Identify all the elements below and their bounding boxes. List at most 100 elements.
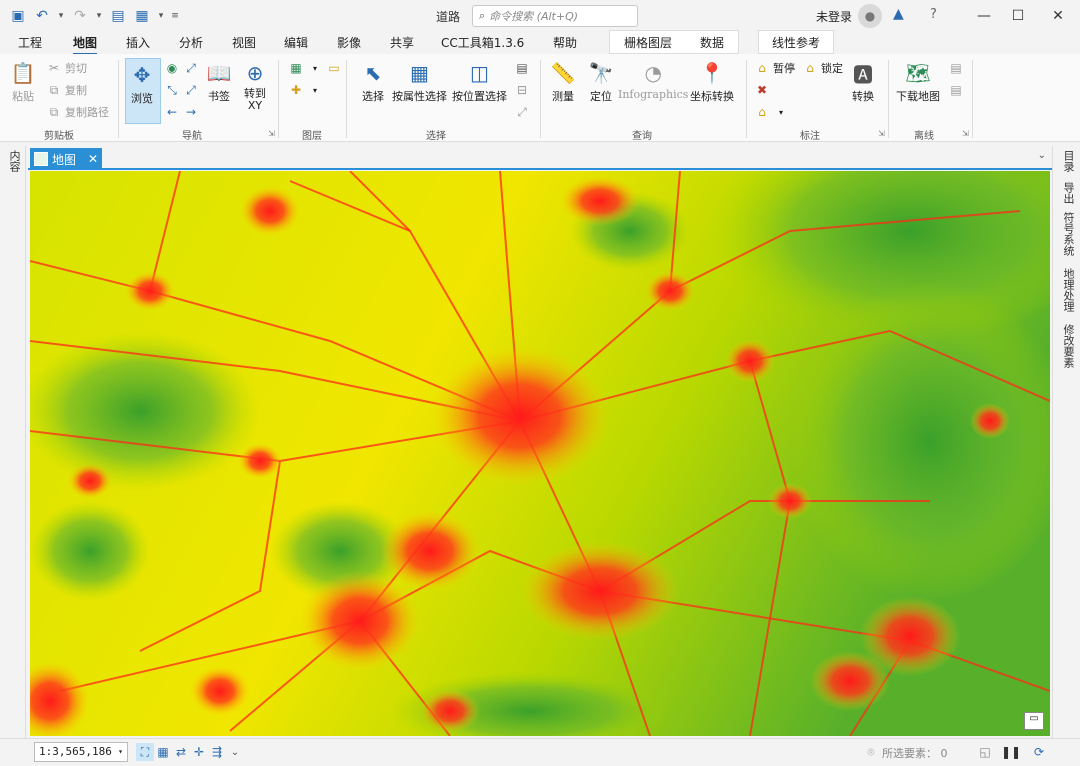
infographics-button[interactable]: ◔ Infographics [618,58,688,101]
tab-linear-reference[interactable]: 线性参考 [772,34,820,51]
customize-qat-icon[interactable]: ≡ [170,6,180,26]
chevron-down-icon[interactable]: ⌄ [1038,150,1046,161]
paste-label: 粘贴 [12,90,34,103]
clear-selection-button[interactable]: ⊟ [514,82,530,98]
basemap-button[interactable]: ▦ ▾ ▭ [288,60,342,76]
close-tab-icon[interactable]: ✕ [88,152,98,166]
fixed-zoom-icon[interactable]: ⛶ [136,743,154,761]
coordinate-conversion-button[interactable]: 📍 坐标转换 [690,58,734,104]
cut-button[interactable]: ✂ 剪切 [46,60,87,76]
tab-cc-toolbox[interactable]: CC工具箱1.3.6 [441,34,524,51]
pause-labeling-button[interactable]: ⌂ 暂停 [754,60,795,76]
save-dropdown-icon[interactable]: ▾ [156,6,166,26]
symbology-pane-tab[interactable]: 符号系统 [1060,212,1076,256]
remove-offline-button[interactable]: ▤ [948,82,964,98]
status-bar: 1:3,565,186 ▾ ⛶ ▦ ⇄ ✛ ⇶ ⌄ ⌾ 所选要素： 0 ◱ ❚❚… [0,738,1080,766]
close-button[interactable]: ✕ [1040,4,1076,28]
tab-insert[interactable]: 插入 [126,34,150,51]
notification-icon[interactable]: ▲ [893,6,911,24]
tab-imagery[interactable]: 影像 [337,34,361,51]
grid-icon[interactable]: ▦ [154,743,172,761]
locate-button[interactable]: 🔭 定位 [586,58,616,104]
map-canvas[interactable] [30,171,1050,736]
snapping-icon[interactable]: ✛ [190,743,208,761]
group-divider [346,60,347,138]
pan-lock-icon[interactable]: ◱ [976,743,994,761]
search-icon: ⌕ [479,9,486,22]
constraints-icon[interactable]: ⇄ [172,743,190,761]
refresh-icon[interactable]: ⟳ [1030,743,1048,761]
ribbon: 📋 粘贴 ✂ 剪切 ⧉ 复制 ⧉ 复制路径 剪贴板 ✥ 浏览 ◉ ⤢ ⤡ ⤢ ← → 📖 书… [0,54,1080,142]
labeling-launcher-icon[interactable]: ⇲ [878,129,885,138]
avatar[interactable]: ● [858,4,882,28]
redo-icon[interactable]: ↷ [70,6,90,26]
ruler-icon: 📏 [550,61,576,85]
catalog-pane-tab[interactable]: 目录 [1060,150,1076,172]
contents-pane-tab[interactable]: 内容 [6,150,22,172]
zoom-selection-icon: ⤢ [517,104,527,119]
redo-dropdown-icon[interactable]: ▾ [94,6,104,26]
select-button[interactable]: ⬉ 选择 [358,58,388,104]
open-folder-icon[interactable]: ▤ [108,6,128,26]
nav-small-3[interactable]: ← → [164,104,199,120]
command-search-input[interactable]: ⌕ 命令搜索 (Alt+Q) [472,5,638,27]
chevron-down-icon[interactable]: ⌄ [226,743,244,761]
sync-button[interactable]: ▤ [948,60,964,76]
maximize-button[interactable]: ☐ [1000,4,1036,28]
nav-small-1[interactable]: ◉ ⤢ [164,60,199,76]
geoprocessing-pane-tab[interactable]: 地理处理 [1060,268,1076,312]
attributes-button[interactable]: ▤ [514,60,530,76]
copy-path-button[interactable]: ⧉ 复制路径 [46,104,109,120]
locate-label: 定位 [590,90,612,103]
copy-button[interactable]: ⧉ 复制 [46,82,87,98]
dropdown-icon: ▾ [778,107,783,117]
tab-map[interactable]: 地图 [73,34,98,55]
undo-icon[interactable]: ↶ [32,6,52,26]
map-notes-icon[interactable]: ▭ [1024,712,1044,730]
navigate-launcher-icon[interactable]: ⇲ [268,129,275,138]
label-options-button[interactable]: ⌂ ▾ [754,104,789,120]
save-icon[interactable]: ▦ [132,6,152,26]
nav-small-2[interactable]: ⤡ ⤢ [164,82,199,98]
lock-labeling-button[interactable]: ⌂ 锁定 [802,60,843,76]
group-divider [972,60,973,138]
zoom-in-fixed-icon: ⤡ [167,82,177,97]
add-data-button[interactable]: ✚ ▾ [288,82,323,98]
login-status[interactable]: 未登录 [816,8,852,25]
attributes-table-icon: ▤ [516,61,528,75]
undo-dropdown-icon[interactable]: ▾ [56,6,66,26]
tab-data[interactable]: 数据 [700,34,724,51]
paste-button[interactable]: 📋 粘贴 [8,58,38,104]
measure-button[interactable]: 📏 测量 [548,58,578,104]
minimize-button[interactable]: — [966,4,1002,28]
offline-launcher-icon[interactable]: ⇲ [962,129,969,138]
navigation-icon[interactable]: ⇶ [208,743,226,761]
dropdown-icon: ▾ [118,747,123,756]
goto-xy-button[interactable]: ⊕ 转到 XY [240,58,270,112]
help-button[interactable]: ? [930,7,937,22]
select-by-attributes-button[interactable]: ▦ 按属性选择 [392,58,447,104]
scale-selector[interactable]: 1:3,565,186 ▾ [34,742,128,762]
select-by-location-button[interactable]: ◫ 按位置选择 [452,58,507,104]
bookmark-button[interactable]: 📖 书签 [204,58,234,104]
convert-labels-button[interactable]: 🅰 转换 [848,58,878,104]
map-tab-label: 地图 [52,152,77,167]
clipboard-group-label: 剪贴板 [44,131,74,142]
unplaced-labels-button[interactable]: ✖ [754,82,770,98]
tab-edit[interactable]: 编辑 [284,34,308,51]
map-view-tab[interactable]: 地图 ✕ [30,148,102,170]
lock-label: 锁定 [821,62,843,75]
tab-analysis[interactable]: 分析 [179,34,203,51]
tab-project[interactable]: 工程 [18,34,42,51]
tab-share[interactable]: 共享 [390,34,414,51]
pause-drawing-icon[interactable]: ❚❚ [1001,743,1021,761]
modify-features-pane-tab[interactable]: 修改要素 [1060,324,1076,368]
tab-help[interactable]: 帮助 [553,34,577,51]
tab-view[interactable]: 视图 [232,34,256,51]
export-pane-tab[interactable]: 导出 [1060,182,1076,204]
dropdown-icon: ▾ [312,85,317,95]
zoom-to-selection-button[interactable]: ⤢ [514,104,530,120]
download-map-button[interactable]: 🗺 下载地图 [896,58,940,104]
tab-raster-layer[interactable]: 栅格图层 [624,34,672,51]
paste-icon: 📋 [10,61,36,85]
